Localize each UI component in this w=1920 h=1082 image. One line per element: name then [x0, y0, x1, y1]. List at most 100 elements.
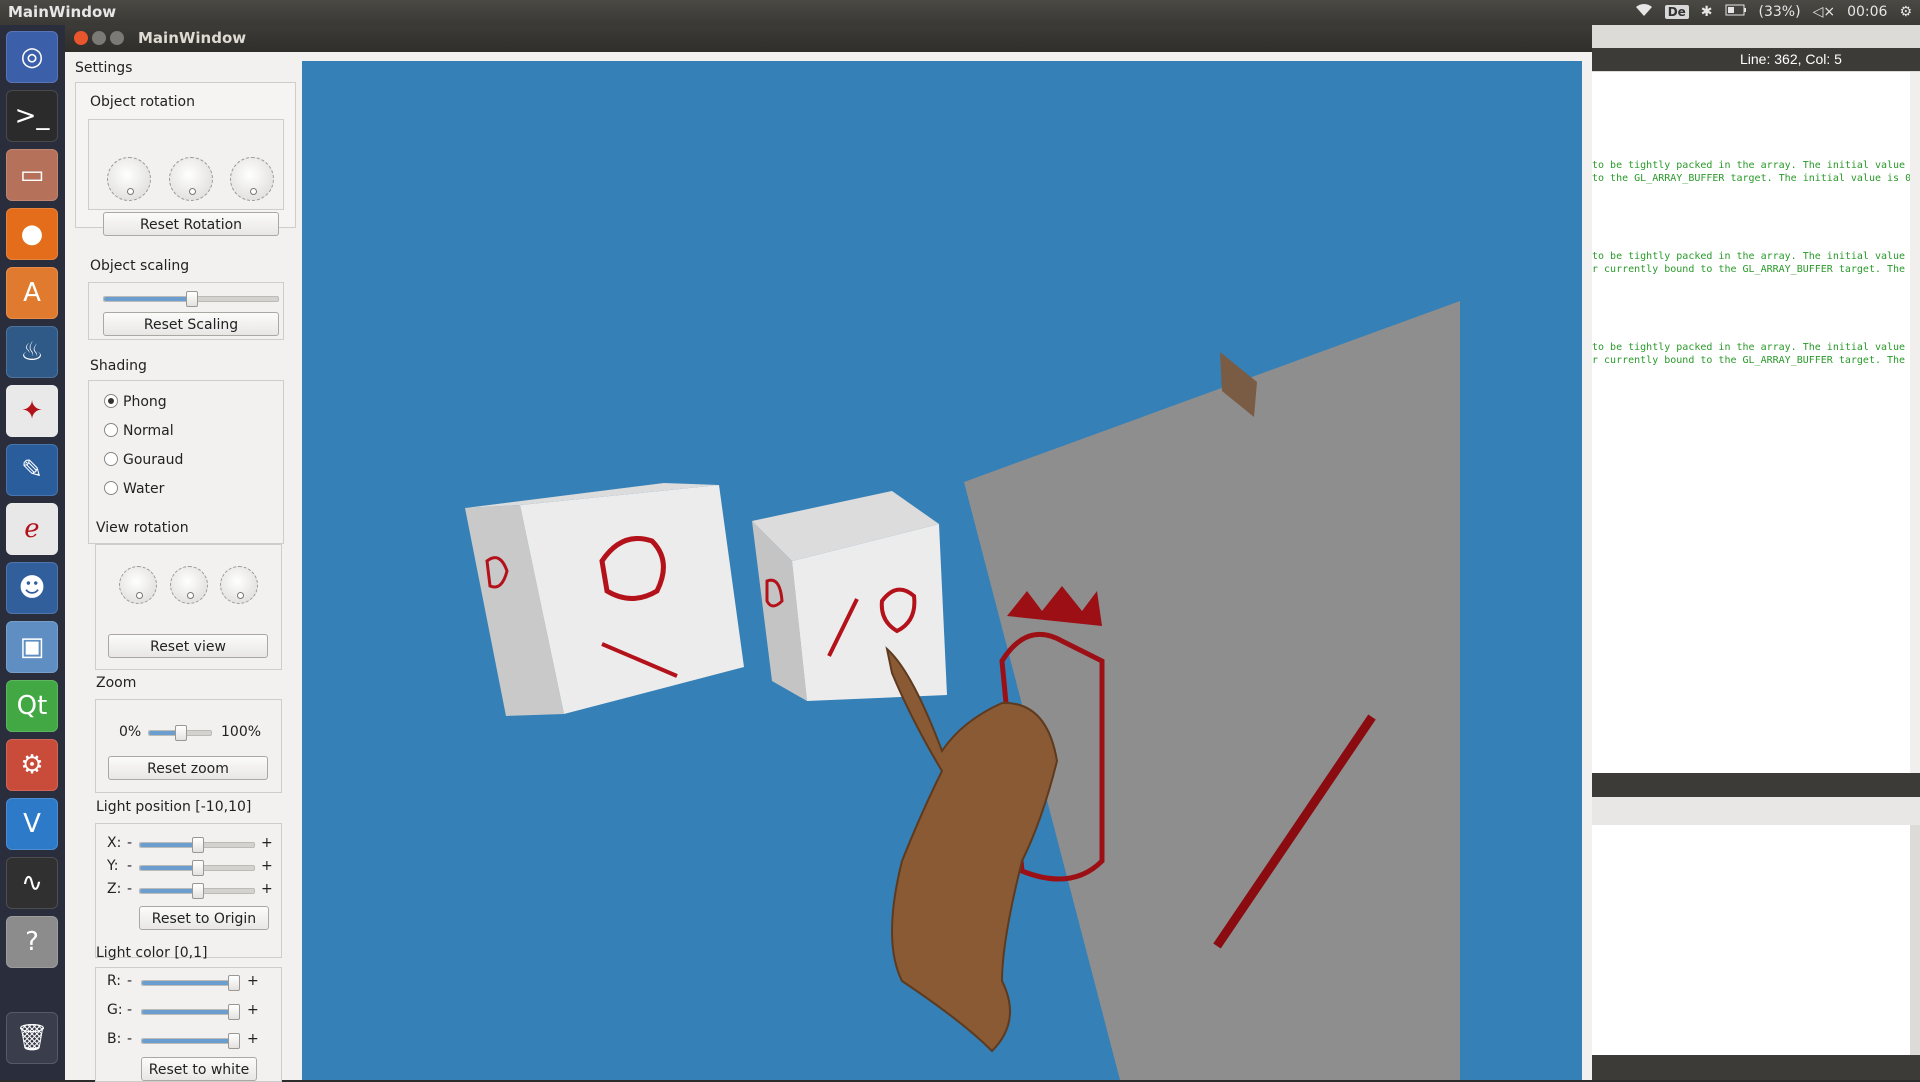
- light-b-handle[interactable]: [228, 1033, 240, 1049]
- settings-title: Settings: [75, 60, 133, 76]
- rotation-dial-x[interactable]: [107, 157, 151, 201]
- bluetooth-icon[interactable]: ✱: [1701, 4, 1713, 20]
- light-b-axis: B:: [107, 1031, 122, 1047]
- scaling-slider-fill: [104, 297, 191, 301]
- reset-scaling-button[interactable]: Reset Scaling: [103, 312, 279, 336]
- light-y-slider[interactable]: [139, 860, 255, 876]
- light-g-axis: G:: [107, 1002, 123, 1018]
- reset-zoom-button[interactable]: Reset zoom: [108, 756, 268, 780]
- reset-to-origin-button[interactable]: Reset to Origin: [139, 906, 269, 930]
- light-x-slider[interactable]: [139, 837, 255, 853]
- launcher-document-viewer-icon[interactable]: ℯ: [6, 503, 58, 555]
- editor-vertical-scrollbar[interactable]: [1910, 72, 1920, 788]
- launcher-qt-creator-icon[interactable]: Qt: [6, 680, 58, 732]
- launcher-help-icon[interactable]: ?: [6, 916, 58, 968]
- editor-text-area[interactable]: to be tightly packed in the array. The i…: [1592, 72, 1912, 788]
- light-g-minus[interactable]: -: [127, 1002, 132, 1018]
- light-x-plus[interactable]: +: [261, 835, 273, 851]
- keyboard-layout-indicator[interactable]: De: [1664, 5, 1689, 19]
- view-dial-z[interactable]: [220, 566, 258, 604]
- light-b-fill: [142, 1039, 238, 1043]
- launcher-paint-icon[interactable]: ✎: [6, 444, 58, 496]
- zoom-slider-handle[interactable]: [175, 725, 187, 741]
- scaling-slider[interactable]: [103, 291, 279, 307]
- light-z-plus[interactable]: +: [261, 881, 273, 897]
- output-pane[interactable]: [1592, 825, 1910, 1055]
- zoom-slider[interactable]: [148, 725, 212, 741]
- scaling-slider-handle[interactable]: [186, 291, 198, 307]
- main-window: MainWindow Settings Object rotation Rese…: [65, 25, 1592, 1082]
- light-r-slider[interactable]: [141, 975, 240, 991]
- light-y-axis: Y:: [107, 858, 119, 874]
- volume-muted-icon[interactable]: ◁×: [1813, 4, 1836, 20]
- launcher-terminal-icon[interactable]: >_: [6, 90, 58, 142]
- light-x-axis: X:: [107, 835, 122, 851]
- launcher-software-center-icon[interactable]: A: [6, 267, 58, 319]
- launcher-teapot-icon[interactable]: ♨: [6, 326, 58, 378]
- launcher-system-settings-icon[interactable]: ⚙: [6, 739, 58, 791]
- code-line: r currently bound to the GL_ARRAY_BUFFER…: [1592, 264, 1906, 275]
- shading-option-water[interactable]: Water: [123, 481, 164, 497]
- light-g-handle[interactable]: [228, 1004, 240, 1020]
- battery-icon[interactable]: [1725, 4, 1747, 20]
- reset-view-button[interactable]: Reset view: [108, 634, 268, 658]
- launcher-system-monitor-icon[interactable]: ∿: [6, 857, 58, 909]
- launcher-inkscape-like-icon[interactable]: ✦: [6, 385, 58, 437]
- wifi-icon[interactable]: [1635, 3, 1653, 21]
- minimize-window-icon[interactable]: [92, 31, 106, 45]
- shading-option-normal[interactable]: Normal: [123, 423, 174, 439]
- view-dial-y[interactable]: [170, 566, 208, 604]
- light-g-fill: [142, 1010, 238, 1014]
- launcher-pidgin-icon[interactable]: ☻: [6, 562, 58, 614]
- shading-option-phong[interactable]: Phong: [123, 394, 167, 410]
- light-g-slider[interactable]: [141, 1004, 240, 1020]
- launcher-firefox-icon[interactable]: ●: [6, 208, 58, 260]
- light-x-minus[interactable]: -: [127, 835, 132, 851]
- reset-rotation-button[interactable]: Reset Rotation: [103, 212, 279, 236]
- radio-gouraud[interactable]: [104, 452, 118, 466]
- zoom-label: Zoom: [96, 675, 137, 691]
- launcher-ubuntu-dash-icon[interactable]: ◎: [6, 31, 58, 83]
- radio-phong[interactable]: [104, 394, 118, 408]
- light-z-slider[interactable]: [139, 883, 255, 899]
- launcher-virtualbox-icon[interactable]: ▣: [6, 621, 58, 673]
- rotation-dial-z[interactable]: [230, 157, 274, 201]
- light-z-minus[interactable]: -: [127, 881, 132, 897]
- view-dial-x[interactable]: [119, 566, 157, 604]
- code-editor-window: Line: 362, Col: 5 to be tightly packed i…: [1592, 25, 1920, 1080]
- clock[interactable]: 00:06: [1847, 4, 1887, 20]
- shading-option-gouraud[interactable]: Gouraud: [123, 452, 183, 468]
- shading-label: Shading: [90, 358, 147, 374]
- light-z-fill: [140, 889, 197, 893]
- output-pane-header: [1592, 773, 1920, 797]
- light-y-plus[interactable]: +: [261, 858, 273, 874]
- light-y-minus[interactable]: -: [127, 858, 132, 874]
- launcher-trash-icon[interactable]: 🗑: [6, 1012, 58, 1064]
- code-line: to be tightly packed in the array. The i…: [1592, 342, 1906, 353]
- close-window-icon[interactable]: [74, 31, 88, 45]
- window-titlebar[interactable]: MainWindow: [65, 25, 1592, 52]
- code-line: to the GL_ARRAY_BUFFER target. The initi…: [1592, 173, 1912, 184]
- light-b-plus[interactable]: +: [247, 1031, 259, 1047]
- light-g-plus[interactable]: +: [247, 1002, 259, 1018]
- launcher-vscode-icon[interactable]: V: [6, 798, 58, 850]
- light-z-handle[interactable]: [192, 883, 204, 899]
- launcher-files-icon[interactable]: ▭: [6, 149, 58, 201]
- reset-to-white-button[interactable]: Reset to white: [141, 1057, 257, 1081]
- radio-water[interactable]: [104, 481, 118, 495]
- maximize-window-icon[interactable]: [110, 31, 124, 45]
- light-r-axis: R:: [107, 973, 122, 989]
- gear-icon[interactable]: ⚙: [1899, 4, 1912, 20]
- light-b-slider[interactable]: [141, 1033, 240, 1049]
- editor-line-col-status[interactable]: Line: 362, Col: 5: [1740, 51, 1842, 67]
- light-r-minus[interactable]: -: [127, 973, 132, 989]
- light-position-label: Light position [-10,10]: [96, 799, 252, 815]
- light-x-handle[interactable]: [192, 837, 204, 853]
- opengl-viewport[interactable]: [302, 61, 1582, 1080]
- light-r-handle[interactable]: [228, 975, 240, 991]
- light-y-handle[interactable]: [192, 860, 204, 876]
- light-b-minus[interactable]: -: [127, 1031, 132, 1047]
- radio-normal[interactable]: [104, 423, 118, 437]
- rotation-dial-y[interactable]: [169, 157, 213, 201]
- light-r-plus[interactable]: +: [247, 973, 259, 989]
